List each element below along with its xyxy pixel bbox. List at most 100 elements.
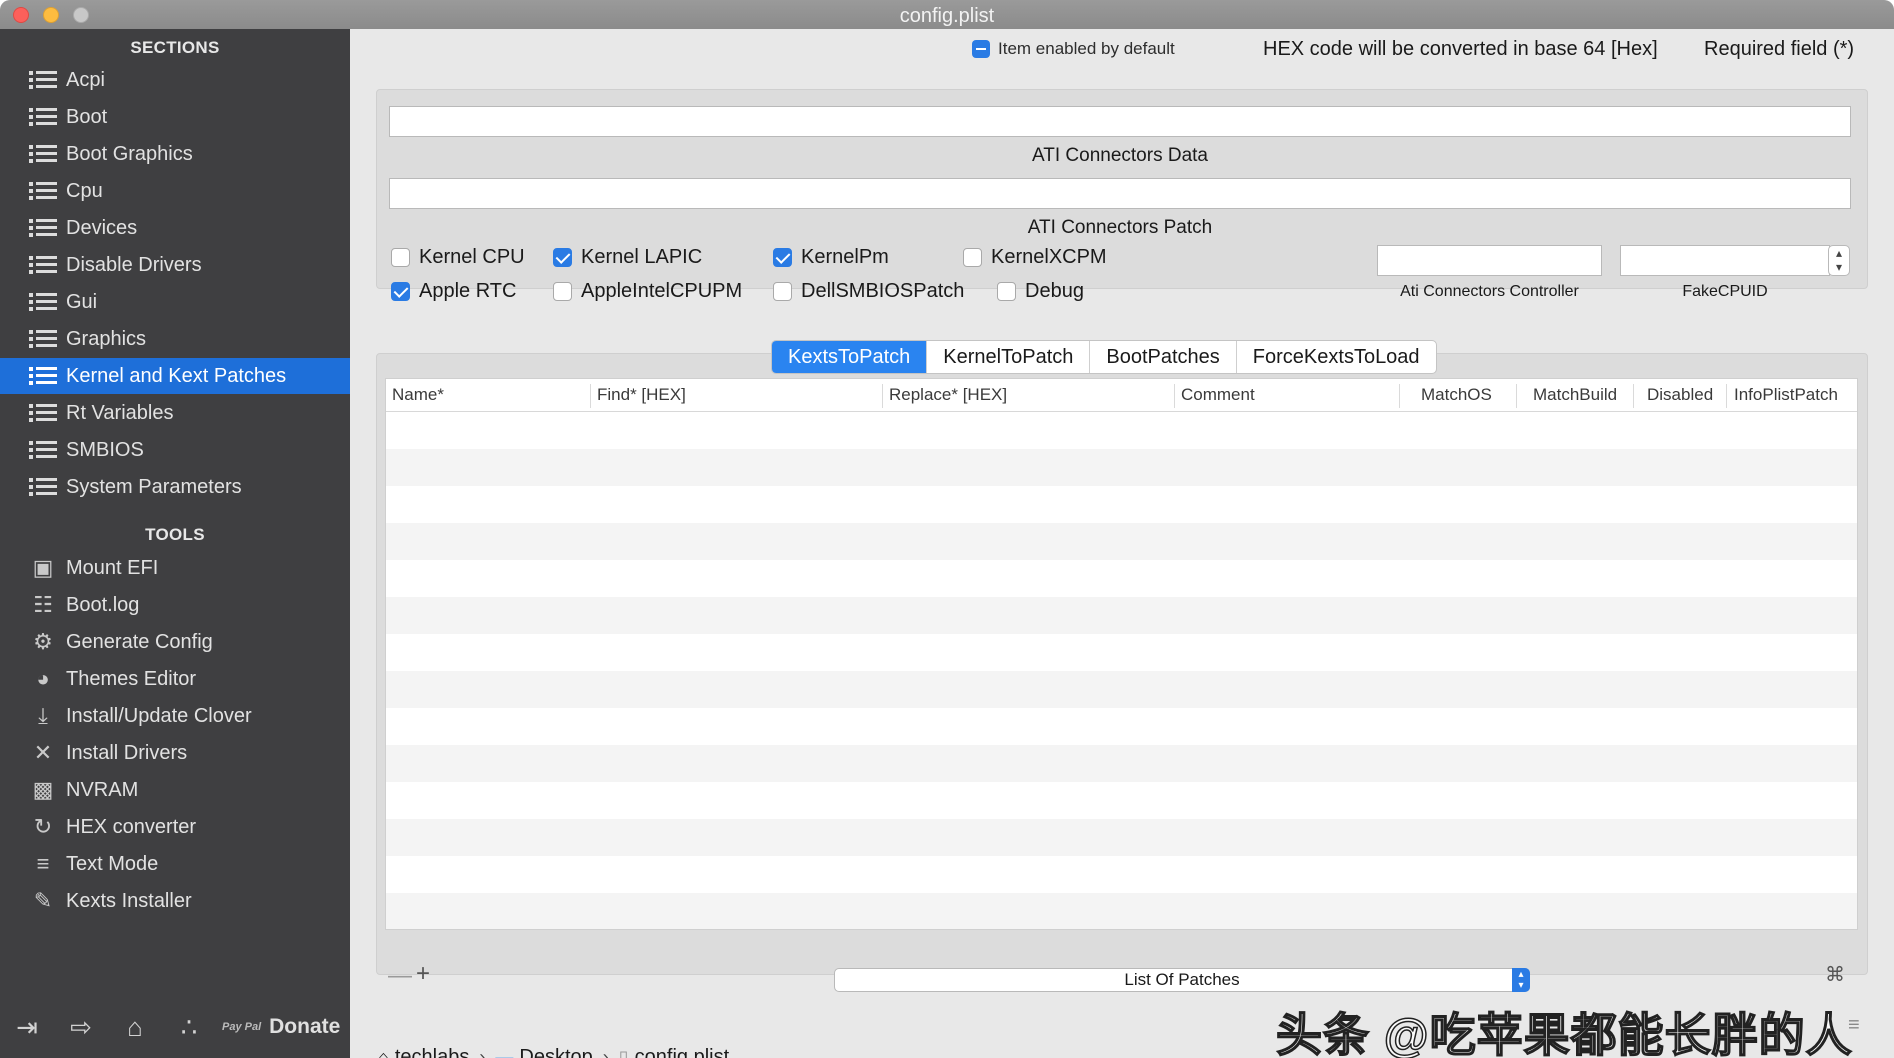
path-segment-techlabs[interactable]: ⌂ techlabs bbox=[378, 1046, 469, 1058]
sections-header: SECTIONS bbox=[130, 38, 220, 57]
table-row[interactable] bbox=[386, 671, 1857, 708]
table-row[interactable] bbox=[386, 597, 1857, 634]
sidebar-item-kernel-and-kext-patches[interactable]: Kernel and Kext Patches bbox=[0, 358, 350, 394]
ati-connectors-data-label: ATI Connectors Data bbox=[1031, 145, 1208, 166]
tool-themes-editor[interactable]: ◕ Themes Editor bbox=[0, 661, 350, 697]
sidebar-item-gui[interactable]: Gui bbox=[0, 284, 350, 320]
table-row[interactable] bbox=[386, 634, 1857, 671]
remove-row-button[interactable]: — bbox=[388, 962, 412, 990]
tool-install-update-clover[interactable]: ⤓ Install/Update Clover bbox=[0, 698, 350, 734]
table-row[interactable] bbox=[386, 486, 1857, 523]
tool-install-drivers[interactable]: ✕ Install Drivers bbox=[0, 735, 350, 771]
column-infoplistpatch[interactable]: InfoPlistPatch bbox=[1734, 385, 1838, 405]
list-of-patches-select[interactable]: List Of Patches ▴ ▾ bbox=[834, 968, 1530, 992]
tab-kerneltopatch[interactable]: KernelToPatch bbox=[926, 341, 1089, 373]
export-icon[interactable]: ⇨ bbox=[54, 1012, 108, 1043]
kernel-lapic-checkbox[interactable]: Kernel LAPIC bbox=[553, 246, 702, 269]
ati-connectors-patch-field[interactable] bbox=[389, 178, 1851, 209]
tool-label: Text Mode bbox=[66, 852, 159, 875]
app-window: config.plist SECTIONS Acpi Boot Boot Gra… bbox=[0, 0, 1894, 1058]
path-label: config.plist bbox=[634, 1045, 730, 1058]
download-icon: ⤓ bbox=[38, 703, 48, 728]
table-row[interactable] bbox=[386, 523, 1857, 560]
column-matchbuild[interactable]: MatchBuild bbox=[1533, 385, 1617, 405]
kernelxcpm-checkbox[interactable]: KernelXCPM bbox=[963, 246, 1107, 269]
sidebar-item-rt-variables[interactable]: Rt Variables bbox=[0, 395, 350, 431]
column-name[interactable]: Name* bbox=[392, 385, 444, 405]
table-row[interactable] bbox=[386, 708, 1857, 745]
dellsmbiospatch-checkbox[interactable]: DellSMBIOSPatch bbox=[773, 280, 964, 303]
clean-brush-icon[interactable]: ⌘ bbox=[1825, 962, 1845, 987]
window-title: config.plist bbox=[899, 5, 995, 27]
tab-kextstopatch[interactable]: KextsToPatch bbox=[772, 341, 927, 373]
resize-grip-icon[interactable]: ≡ bbox=[1848, 1014, 1860, 1037]
column-find[interactable]: Find* [HEX] bbox=[597, 385, 686, 405]
table-row[interactable] bbox=[386, 449, 1857, 486]
kernel-cpu-checkbox[interactable]: Kernel CPU bbox=[391, 246, 525, 269]
sidebar-item-smbios[interactable]: SMBIOS bbox=[0, 432, 350, 468]
debug-checkbox[interactable]: Debug bbox=[997, 280, 1084, 303]
apple-rtc-checkbox[interactable]: Apple RTC bbox=[391, 280, 516, 303]
fake-cpuid-field[interactable] bbox=[1620, 245, 1830, 276]
checkbox-box bbox=[997, 282, 1016, 301]
patch-tabs: KextsToPatch KernelToPatch BootPatches F… bbox=[771, 340, 1437, 374]
item-enabled-checkbox[interactable] bbox=[972, 40, 990, 58]
sidebar-item-acpi[interactable]: Acpi bbox=[0, 62, 350, 98]
donate-button[interactable]: Pay Pal Donate bbox=[222, 1015, 340, 1039]
table-row[interactable] bbox=[386, 893, 1857, 929]
path-segment-desktop[interactable]: ▬ Desktop bbox=[495, 1046, 592, 1058]
tab-bootpatches[interactable]: BootPatches bbox=[1089, 341, 1235, 373]
title-bar[interactable]: config.plist bbox=[0, 0, 1894, 29]
checkbox-label: AppleIntelCPUPM bbox=[581, 280, 743, 302]
sidebar-item-devices[interactable]: Devices bbox=[0, 210, 350, 246]
table-row[interactable] bbox=[386, 560, 1857, 597]
tool-boot-log[interactable]: ☷ Boot.log bbox=[0, 587, 350, 623]
sidebar-item-boot[interactable]: Boot bbox=[0, 99, 350, 135]
table-row[interactable] bbox=[386, 819, 1857, 856]
tool-text-mode[interactable]: ≡ Text Mode bbox=[0, 846, 350, 882]
tool-nvram[interactable]: ▩ NVRAM bbox=[0, 772, 350, 808]
kernelpm-checkbox[interactable]: KernelPm bbox=[773, 246, 889, 269]
path-segment-config[interactable]: ▯ config.plist bbox=[619, 1046, 729, 1058]
appleintelcpupm-checkbox[interactable]: AppleIntelCPUPM bbox=[553, 280, 742, 303]
path-label: Desktop bbox=[519, 1045, 593, 1058]
brush-icon: ✎ bbox=[33, 888, 53, 913]
column-matchos[interactable]: MatchOS bbox=[1421, 385, 1492, 405]
sidebar-item-graphics[interactable]: Graphics bbox=[0, 321, 350, 357]
tab-forcekextstoload[interactable]: ForceKextsToLoad bbox=[1235, 341, 1436, 373]
tool-label: Install Drivers bbox=[66, 741, 188, 764]
import-icon[interactable]: ⇥ bbox=[0, 1012, 54, 1043]
checkbox-box bbox=[963, 248, 982, 267]
column-comment[interactable]: Comment bbox=[1181, 385, 1255, 405]
select-arrows-icon: ▴ ▾ bbox=[1512, 968, 1530, 992]
list-icon bbox=[28, 68, 58, 92]
chip-icon: ▩ bbox=[32, 777, 54, 802]
fake-cpuid-stepper[interactable]: ▴ ▾ bbox=[1828, 245, 1850, 276]
share-icon[interactable]: ∴ bbox=[162, 1012, 216, 1043]
required-note: Required field (*) bbox=[1704, 38, 1855, 60]
sidebar-item-label: SMBIOS bbox=[66, 438, 144, 461]
sidebar-item-boot-graphics[interactable]: Boot Graphics bbox=[0, 136, 350, 172]
ati-connectors-data-field[interactable] bbox=[389, 106, 1851, 137]
column-replace[interactable]: Replace* [HEX] bbox=[889, 385, 1007, 405]
sidebar-item-system-parameters[interactable]: System Parameters bbox=[0, 469, 350, 505]
patches-table[interactable]: Name* Find* [HEX] Replace* [HEX] Comment… bbox=[385, 378, 1858, 930]
column-disabled[interactable]: Disabled bbox=[1647, 385, 1713, 405]
checkbox-label: Kernel LAPIC bbox=[581, 246, 703, 268]
sidebar-bottom-bar: ⇥ ⇨ ⌂ ∴ Pay Pal Donate bbox=[0, 996, 350, 1058]
tool-mount-efi[interactable]: ▣ Mount EFI bbox=[0, 550, 350, 586]
tools-icon: ✕ bbox=[33, 740, 53, 765]
table-row[interactable] bbox=[386, 782, 1857, 819]
home-icon[interactable]: ⌂ bbox=[108, 1012, 162, 1043]
tool-kexts-installer[interactable]: ✎ Kexts Installer bbox=[0, 883, 350, 919]
table-row[interactable] bbox=[386, 412, 1857, 449]
ati-connectors-controller-field[interactable] bbox=[1377, 245, 1602, 276]
sidebar-item-label: Rt Variables bbox=[66, 401, 174, 424]
tool-generate-config[interactable]: ⚙ Generate Config bbox=[0, 624, 350, 660]
table-row[interactable] bbox=[386, 745, 1857, 782]
sidebar-item-disable-drivers[interactable]: Disable Drivers bbox=[0, 247, 350, 283]
add-row-button[interactable]: + bbox=[416, 960, 430, 988]
table-row[interactable] bbox=[386, 856, 1857, 893]
tool-hex-converter[interactable]: ↻ HEX converter bbox=[0, 809, 350, 845]
sidebar-item-cpu[interactable]: Cpu bbox=[0, 173, 350, 209]
